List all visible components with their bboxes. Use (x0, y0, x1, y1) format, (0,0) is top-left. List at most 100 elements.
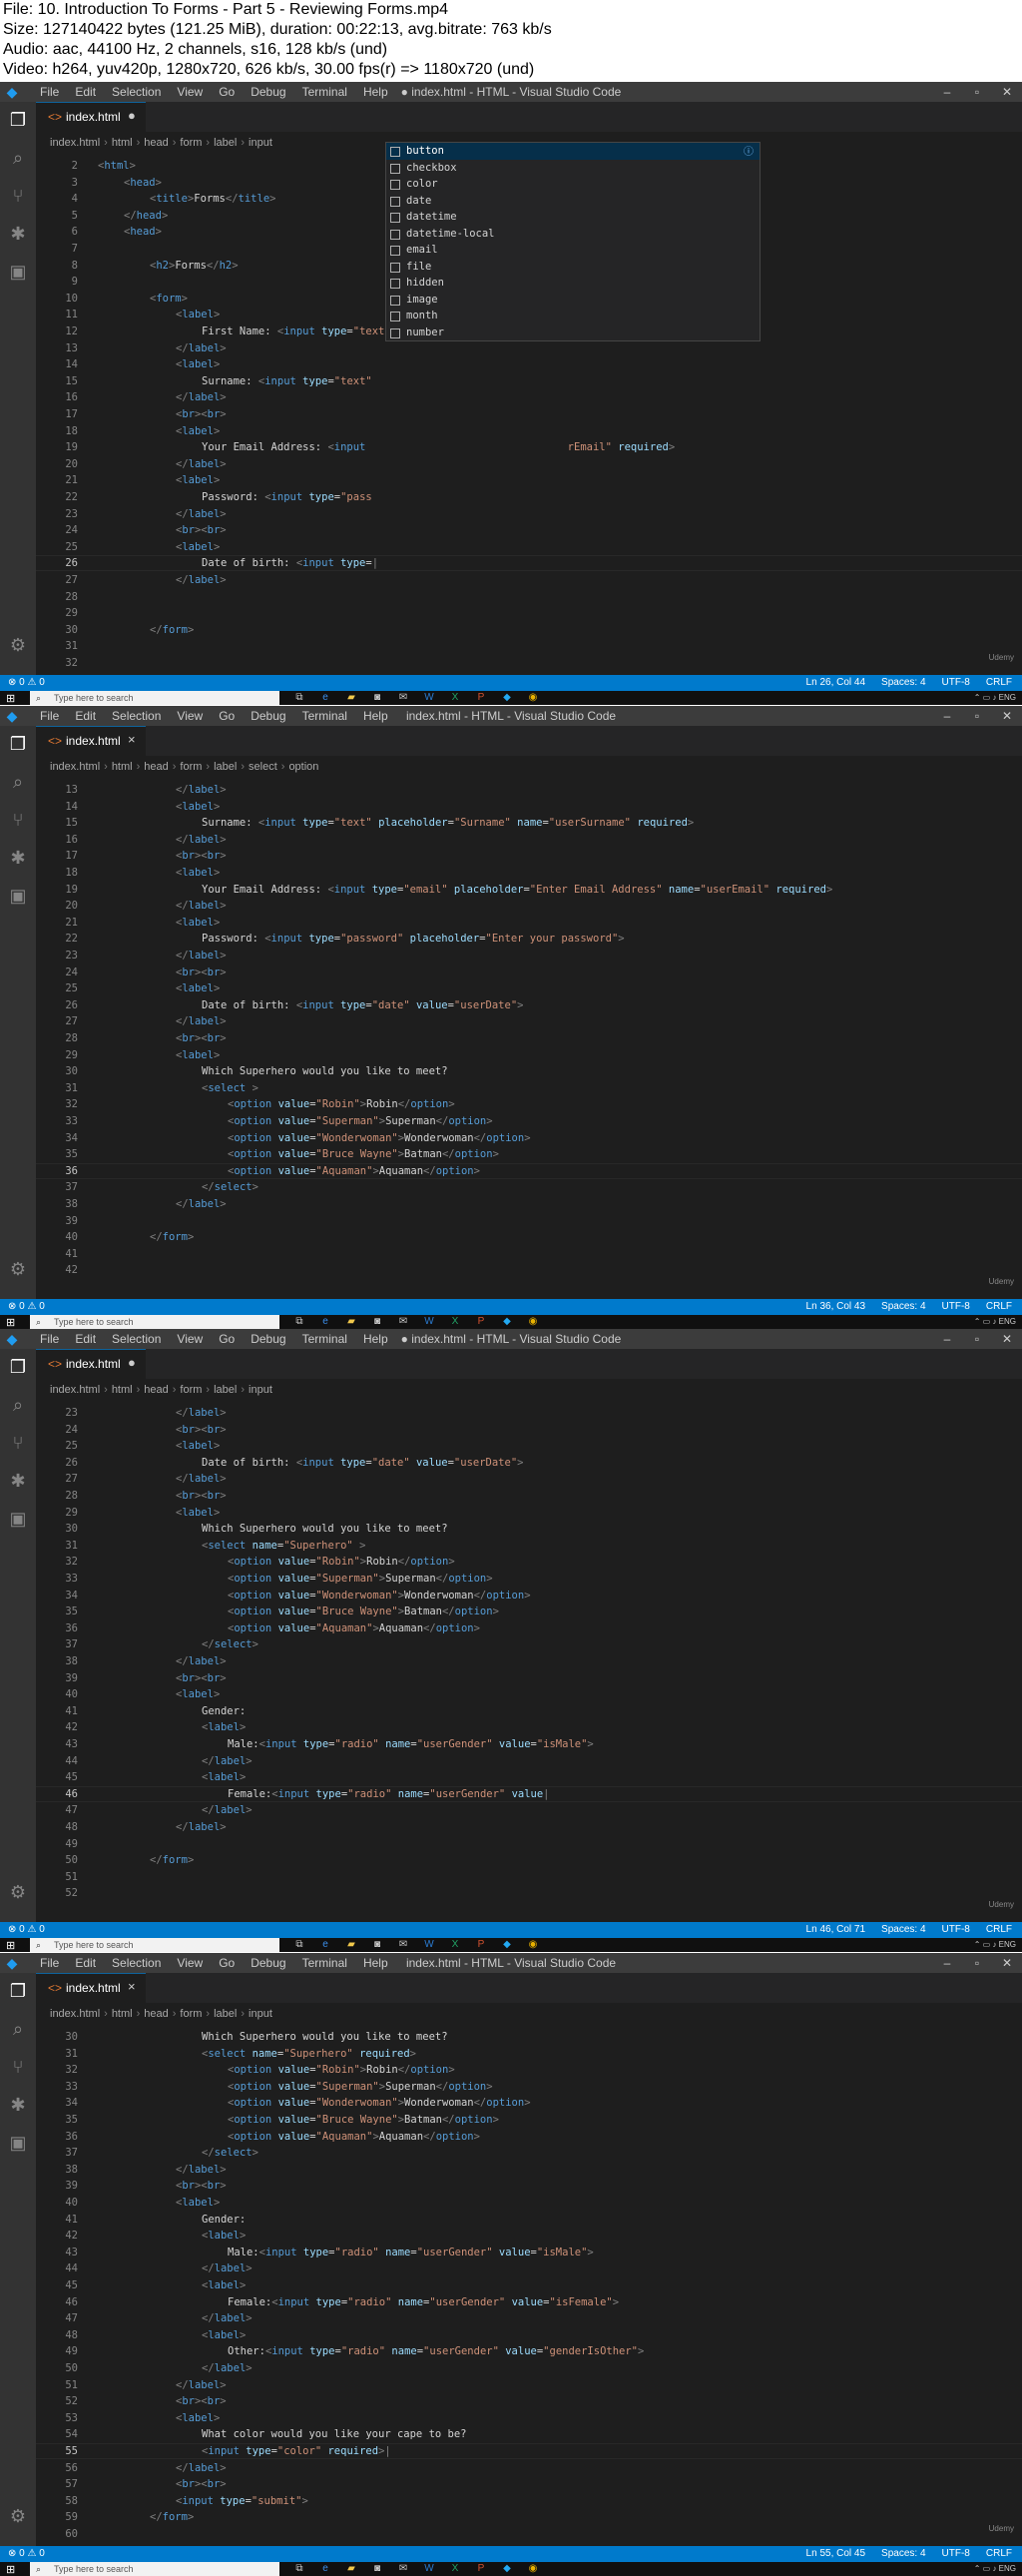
breadcrumb-item[interactable]: form (180, 761, 202, 773)
word-icon[interactable]: W (419, 691, 439, 705)
windows-start-icon[interactable]: ⊞ (6, 692, 15, 705)
menu-selection[interactable]: Selection (104, 1329, 169, 1349)
breadcrumb-item[interactable]: html (112, 1384, 133, 1396)
minimize-icon[interactable]: – (932, 706, 962, 726)
excel-icon[interactable]: X (445, 2562, 465, 2576)
cursor-position[interactable]: Ln 26, Col 44 (806, 675, 866, 691)
suggestion-item[interactable]: email (386, 242, 760, 259)
excel-icon[interactable]: X (445, 691, 465, 705)
tab-index-html[interactable]: <> index.html ● (36, 1349, 146, 1379)
close-icon[interactable]: ✕ (992, 706, 1022, 726)
edge-icon[interactable]: e (315, 1315, 335, 1329)
suggestion-item[interactable]: button ⓘ (386, 143, 760, 160)
close-icon[interactable]: ✕ (992, 1329, 1022, 1349)
maximize-icon[interactable]: ▫ (962, 1953, 992, 1973)
maximize-icon[interactable]: ▫ (962, 1329, 992, 1349)
powerpoint-icon[interactable]: P (471, 1938, 491, 1952)
cursor-position[interactable]: Ln 36, Col 43 (806, 1299, 866, 1315)
source-control-icon[interactable]: ⑂ (6, 2055, 30, 2079)
breadcrumb-item[interactable]: input (249, 1384, 272, 1396)
cursor-position[interactable]: Ln 46, Col 71 (806, 1922, 866, 1938)
breadcrumb-item[interactable]: select (249, 761, 277, 773)
edge-icon[interactable]: e (315, 2562, 335, 2576)
indentation[interactable]: Spaces: 4 (881, 675, 925, 691)
chrome-icon[interactable]: ◉ (523, 1938, 543, 1952)
breadcrumb-item[interactable]: label (214, 761, 237, 773)
menu-file[interactable]: File (32, 1953, 67, 1973)
search-icon[interactable]: ⌕ (6, 770, 30, 794)
edge-icon[interactable]: e (315, 691, 335, 705)
breadcrumb-item[interactable]: option (288, 761, 318, 773)
minimize-icon[interactable]: – (932, 1953, 962, 1973)
store-icon[interactable]: ◙ (367, 2562, 387, 2576)
minimize-icon[interactable]: – (932, 82, 962, 102)
menu-help[interactable]: Help (355, 82, 396, 102)
taskbar-search[interactable]: ⌕ Type here to search (30, 2562, 279, 2576)
menu-terminal[interactable]: Terminal (294, 1329, 355, 1349)
menu-debug[interactable]: Debug (243, 706, 293, 726)
problems-indicator[interactable]: ⊗ 0 ⚠ 0 (8, 1299, 45, 1315)
vscode-taskbar-icon[interactable]: ◆ (497, 1315, 517, 1329)
explorer-icon[interactable]: ❐ (6, 1355, 30, 1379)
tab-index-html[interactable]: <> index.html × (36, 1973, 146, 2003)
store-icon[interactable]: ◙ (367, 691, 387, 705)
close-icon[interactable]: ✕ (992, 82, 1022, 102)
indentation[interactable]: Spaces: 4 (881, 1299, 925, 1315)
menu-selection[interactable]: Selection (104, 706, 169, 726)
menu-go[interactable]: Go (211, 82, 243, 102)
line-endings[interactable]: CRLF (986, 1299, 1012, 1315)
chrome-icon[interactable]: ◉ (523, 2562, 543, 2576)
suggestion-item[interactable]: color (386, 176, 760, 193)
extensions-icon[interactable]: ▣ (6, 260, 30, 284)
code-editor[interactable]: 13 </label> 14 <label> 15 Surname: <input typ… (36, 778, 1022, 1299)
menu-edit[interactable]: Edit (67, 1953, 104, 1973)
powerpoint-icon[interactable]: P (471, 691, 491, 705)
breadcrumb-item[interactable]: index.html (50, 2008, 100, 2020)
breadcrumb-item[interactable]: head (144, 2008, 168, 2020)
line-endings[interactable]: CRLF (986, 2546, 1012, 2562)
menu-edit[interactable]: Edit (67, 1329, 104, 1349)
mail-icon[interactable]: ✉ (393, 691, 413, 705)
suggestion-item[interactable]: number (386, 324, 760, 341)
tab-close-icon[interactable]: ● (128, 108, 136, 123)
word-icon[interactable]: W (419, 1315, 439, 1329)
suggestion-item[interactable]: datetime-local (386, 226, 760, 243)
maximize-icon[interactable]: ▫ (962, 706, 992, 726)
menu-terminal[interactable]: Terminal (294, 82, 355, 102)
menu-debug[interactable]: Debug (243, 82, 293, 102)
windows-start-icon[interactable]: ⊞ (6, 1316, 15, 1329)
cursor-position[interactable]: Ln 55, Col 45 (806, 2546, 866, 2562)
extensions-icon[interactable]: ▣ (6, 2131, 30, 2155)
menu-view[interactable]: View (169, 1329, 211, 1349)
indentation[interactable]: Spaces: 4 (881, 1922, 925, 1938)
explorer-icon[interactable]: ❐ (6, 732, 30, 756)
indentation[interactable]: Spaces: 4 (881, 2546, 925, 2562)
settings-gear-icon[interactable]: ⚙ (6, 2504, 30, 2528)
source-control-icon[interactable]: ⑂ (6, 808, 30, 832)
menu-file[interactable]: File (32, 1329, 67, 1349)
problems-indicator[interactable]: ⊗ 0 ⚠ 0 (8, 675, 45, 691)
windows-start-icon[interactable]: ⊞ (6, 2563, 15, 2576)
suggestion-item[interactable]: hidden (386, 275, 760, 292)
breadcrumb-item[interactable]: head (144, 761, 168, 773)
code-editor[interactable]: 23 </label> 24 <br><br> 25 <label> 26 Date of b… (36, 1401, 1022, 1922)
excel-icon[interactable]: X (445, 1938, 465, 1952)
vscode-taskbar-icon[interactable]: ◆ (497, 1938, 517, 1952)
mail-icon[interactable]: ✉ (393, 2562, 413, 2576)
breadcrumb-item[interactable]: form (180, 2008, 202, 2020)
vscode-taskbar-icon[interactable]: ◆ (497, 691, 517, 705)
problems-indicator[interactable]: ⊗ 0 ⚠ 0 (8, 2546, 45, 2562)
menu-selection[interactable]: Selection (104, 1953, 169, 1973)
store-icon[interactable]: ◙ (367, 1938, 387, 1952)
chrome-icon[interactable]: ◉ (523, 1315, 543, 1329)
menu-edit[interactable]: Edit (67, 82, 104, 102)
code-editor[interactable]: 30 Which Superhero would you like to meet… (36, 2025, 1022, 2546)
folder-icon[interactable]: ▰ (341, 1315, 361, 1329)
menu-debug[interactable]: Debug (243, 1329, 293, 1349)
menu-go[interactable]: Go (211, 706, 243, 726)
vscode-taskbar-icon[interactable]: ◆ (497, 2562, 517, 2576)
breadcrumb-item[interactable]: form (180, 137, 202, 149)
breadcrumb-item[interactable]: label (214, 2008, 237, 2020)
windows-start-icon[interactable]: ⊞ (6, 1939, 15, 1952)
breadcrumb-item[interactable]: head (144, 1384, 168, 1396)
